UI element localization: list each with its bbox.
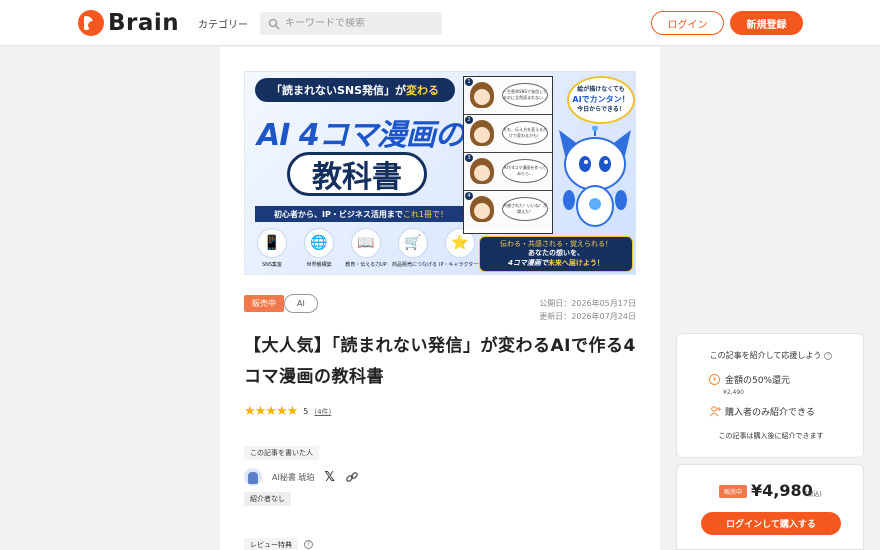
speech-bubble: 共感された！いいね！が増えた！ [502,197,548,221]
tax-note: (税込) [805,491,822,498]
avatar[interactable] [244,468,262,486]
category-menu[interactable]: カテゴリー [198,16,248,31]
link-icon[interactable] [345,470,359,484]
speech-bubble: 一生懸命SNSで発信してるのに全然読まれない… [502,83,548,107]
affiliate-note: この記事は購入後に紹介できます [718,432,824,440]
affiliate-panel: この記事を紹介して応援しよう? ¥ 金額の50%還元 ¥2,490 購入者のみ紹… [676,333,864,458]
status-badge: 販売中 [244,295,284,312]
girl-face-icon [470,120,494,146]
banner-feature: ⭐ IP・キャラクター化 [439,228,483,268]
login-button[interactable]: ログイン [651,11,724,35]
search-box[interactable] [260,12,442,35]
girl-face-icon [470,196,494,222]
search-icon [268,18,280,29]
updated-date: 更新日：2026年07月24日 [539,311,636,321]
cart-icon: 🛒 [398,228,428,258]
robot-mascot-icon [559,126,631,227]
search-input[interactable] [285,18,435,29]
rating-stars-icon: ★★★★★ [244,404,298,419]
banner-feature: 📱 SNS集客 [251,228,293,268]
article-title: 【大人気】「読まれない発信」が変わるAIで作る4コマ漫画の教科書 [244,336,636,387]
banner-title-line2: 教科書 [287,152,427,196]
price: ¥4,980 [751,481,813,500]
author-row: AI秘書 琥珀 𝕏 [244,468,359,486]
top-header: Brain カテゴリー ログイン 新規登録 [0,0,880,46]
comic-panel: AIで4コマ漫画を作ってみたら… 3 [464,153,552,191]
author-section-label: この記事を書いた人 [244,446,319,460]
help-icon[interactable]: ? [824,351,833,360]
comic-panel: それ、伝え方を変えるだけで変わるかも！ 2 [464,115,552,153]
help-icon[interactable]: ? [304,540,313,549]
article-dates: 公開日：2026年05月17日 更新日：2026年07月24日 [539,298,636,324]
rating-value: 5 [303,407,309,416]
affiliate-reward: ¥ 金額の50%還元 [709,373,790,386]
banner-feature: 🌐 世界観構築 [298,228,340,268]
speech-bubble: AIで4コマ漫画を作ってみたら… [502,159,548,183]
article-banner-image: 「読まれないSNS発信」が 変わる AI 4コマ漫画の 教科書 初心者から、IP・… [244,71,636,275]
brain-logo-mark-icon [78,10,104,36]
purchase-panel: 販売中 ¥4,980 (税込) ログインして購入する [676,464,864,550]
register-button[interactable]: 新規登録 [730,11,803,35]
speech-bubble: それ、伝え方を変えるだけで変わるかも！ [502,121,548,145]
banner-pill: 「読まれないSNS発信」が 変わる [255,78,455,102]
brain-logo[interactable]: Brain [78,10,180,36]
affiliate-reward-amount: ¥2,490 [723,389,744,396]
globe-icon: 🌐 [304,228,334,258]
book-icon: 📖 [351,228,381,258]
x-twitter-icon[interactable]: 𝕏 [324,470,334,485]
status-badge: 販売中 [719,485,748,498]
referrer-tag: 紹介者なし [244,492,291,506]
login-purchase-button[interactable]: ログインして購入する [701,512,841,535]
banner-cta-box: 伝わる・共感される・覚えられる！ あなたの想いを、 4コマ漫画で未来へ届けよう！ [479,236,633,272]
published-date: 公開日：2026年05月17日 [539,299,636,308]
author-name[interactable]: AI秘書 琥珀 [272,472,314,483]
girl-face-icon [470,158,494,184]
affiliate-condition: 購入者のみ紹介できる [709,405,815,418]
person-add-icon [709,406,721,417]
coin-icon: ¥ [709,374,720,385]
girl-face-icon [470,82,494,108]
banner-comic-strip: 一生懸命SNSで発信してるのに全然読まれない… 1 それ、伝え方を変えるだけで変わ… [463,76,553,234]
review-bonus-label: レビュー特典 [244,538,298,550]
banner-title-line1: AI 4コマ漫画の [257,118,465,153]
banner-subtitle: 初心者から、IP・ビジネス活用まで これ1冊で！ [255,206,467,222]
banner-note-bubble: 絵が描けなくても AIでカンタン！ 今日からできる！ [567,76,635,124]
rating-row: ★★★★★ 5 (4件) [244,404,331,419]
comic-panel: 共感された！いいね！が増えた！ 4 [464,191,552,229]
phone-heart-icon: 📱 [257,228,287,258]
comic-panel: 一生懸命SNSで発信してるのに全然読まれない… 1 [464,77,552,115]
banner-feature: 📖 教育・伝える力UP [345,228,387,268]
banner-icon-row: 📱 SNS集客 🌐 世界観構築 📖 教育・伝える力UP 🛒 商品販売につなげる ⭐ IP・… [251,228,483,268]
affiliate-title: この記事を紹介して応援しよう? [677,350,865,361]
article-card: 「読まれないSNS発信」が 変わる AI 4コマ漫画の 教科書 初心者から、IP・… [220,47,660,550]
category-tag-ai[interactable]: AI [284,294,318,313]
banner-feature: 🛒 商品販売につなげる [392,228,437,268]
review-count-link[interactable]: (4件) [314,407,331,417]
logo-text: Brain [108,10,180,36]
